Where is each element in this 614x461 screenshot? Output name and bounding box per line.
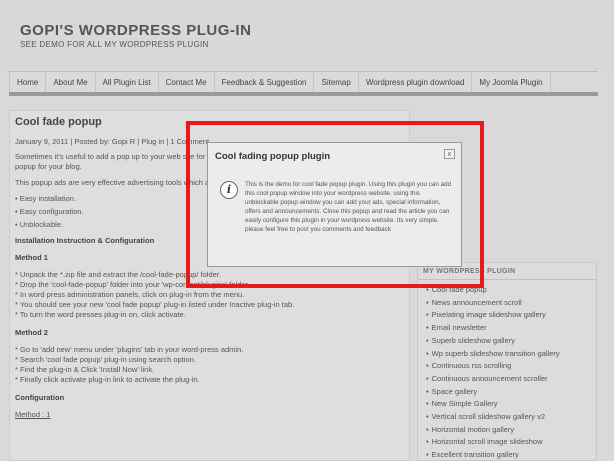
config-method1: Method : 1	[15, 410, 51, 419]
sidebar-link[interactable]: Vertical scroll slideshow gallery v2	[426, 411, 596, 424]
nav-all-plugin-list[interactable]: All Plugin List	[96, 72, 159, 92]
sidebar-plugin-list: MY WORDPRESS PLUGIN Cool fade popup News…	[417, 262, 597, 461]
main-nav: Home About Me All Plugin List Contact Me…	[9, 71, 598, 96]
sidebar-link[interactable]: Continuous announcement scroller	[426, 373, 596, 386]
sidebar-link[interactable]: Horizontal scroll image slideshow	[426, 436, 596, 449]
site-subtitle: SEE DEMO FOR ALL MY WORDPRESS PLUGIN	[20, 40, 209, 49]
nav-feedback[interactable]: Feedback & Suggestion	[215, 72, 315, 92]
sidebar-link[interactable]: New Simple Gallery	[426, 398, 596, 411]
popup-message: This is the demo for cool fade popup plu…	[245, 181, 452, 233]
step-item: * To turn the word presses plug-in on, c…	[15, 310, 186, 319]
close-icon[interactable]: x	[444, 149, 455, 159]
nav-home[interactable]: Home	[9, 72, 47, 92]
install-steps-2: * Go to 'add new' menu under 'plugins' t…	[15, 345, 405, 385]
step-item: * Go to 'add new' menu under 'plugins' t…	[15, 345, 244, 354]
step-item: * In word press administration panels, c…	[15, 290, 245, 299]
popup-title: Cool fading popup plugin	[215, 151, 331, 162]
sidebar-link[interactable]: Superb slideshow gallery	[426, 335, 596, 348]
popup-window: Cool fading popup plugin x i This is the…	[207, 142, 462, 267]
sidebar-link[interactable]: Space gallery	[426, 386, 596, 399]
sidebar-link[interactable]: Excellent transition gallery	[426, 449, 596, 460]
step-item: * Finally click activate plug-in link to…	[15, 375, 200, 384]
config-heading: Configuration	[15, 393, 65, 402]
post-title[interactable]: Cool fade popup	[15, 116, 102, 128]
nav-sitemap[interactable]: Sitemap	[314, 72, 359, 92]
sidebar-link[interactable]: News announcement scroll	[426, 297, 596, 310]
method2-heading: Method 2	[15, 328, 48, 337]
nav-plugin-download[interactable]: Wordpress plugin download	[359, 72, 473, 92]
info-icon: i	[220, 181, 238, 199]
site-header: GOPI'S WORDPRESS PLUG-IN SEE DEMO FOR AL…	[0, 0, 614, 70]
sidebar-link[interactable]: Horizontal motion gallery	[426, 424, 596, 437]
sidebar-link[interactable]: Email newsletter	[426, 322, 596, 335]
sidebar-list: Cool fade popup News announcement scroll…	[418, 280, 596, 460]
nav-joomla-plugin[interactable]: My Joomla Plugin	[472, 72, 551, 92]
sidebar-link[interactable]: Wp superb slideshow transition gallery	[426, 348, 596, 361]
site-title[interactable]: GOPI'S WORDPRESS PLUG-IN	[20, 22, 251, 39]
step-item: * You should see your new 'cool fade pop…	[15, 300, 295, 309]
nav-contact-me[interactable]: Contact Me	[159, 72, 215, 92]
step-item: * Find the plug-in & Click 'Install Now'…	[15, 365, 155, 374]
sidebar-link[interactable]: Continuous rss scrolling	[426, 360, 596, 373]
post-meta: January 9, 2011 | Posted by: Gopi R | Pl…	[15, 137, 210, 146]
step-item: * Search 'cool fade popup' plug-in using…	[15, 355, 196, 364]
sidebar-link[interactable]: Pixelating image slideshow gallery	[426, 309, 596, 322]
nav-about-me[interactable]: About Me	[46, 72, 96, 92]
